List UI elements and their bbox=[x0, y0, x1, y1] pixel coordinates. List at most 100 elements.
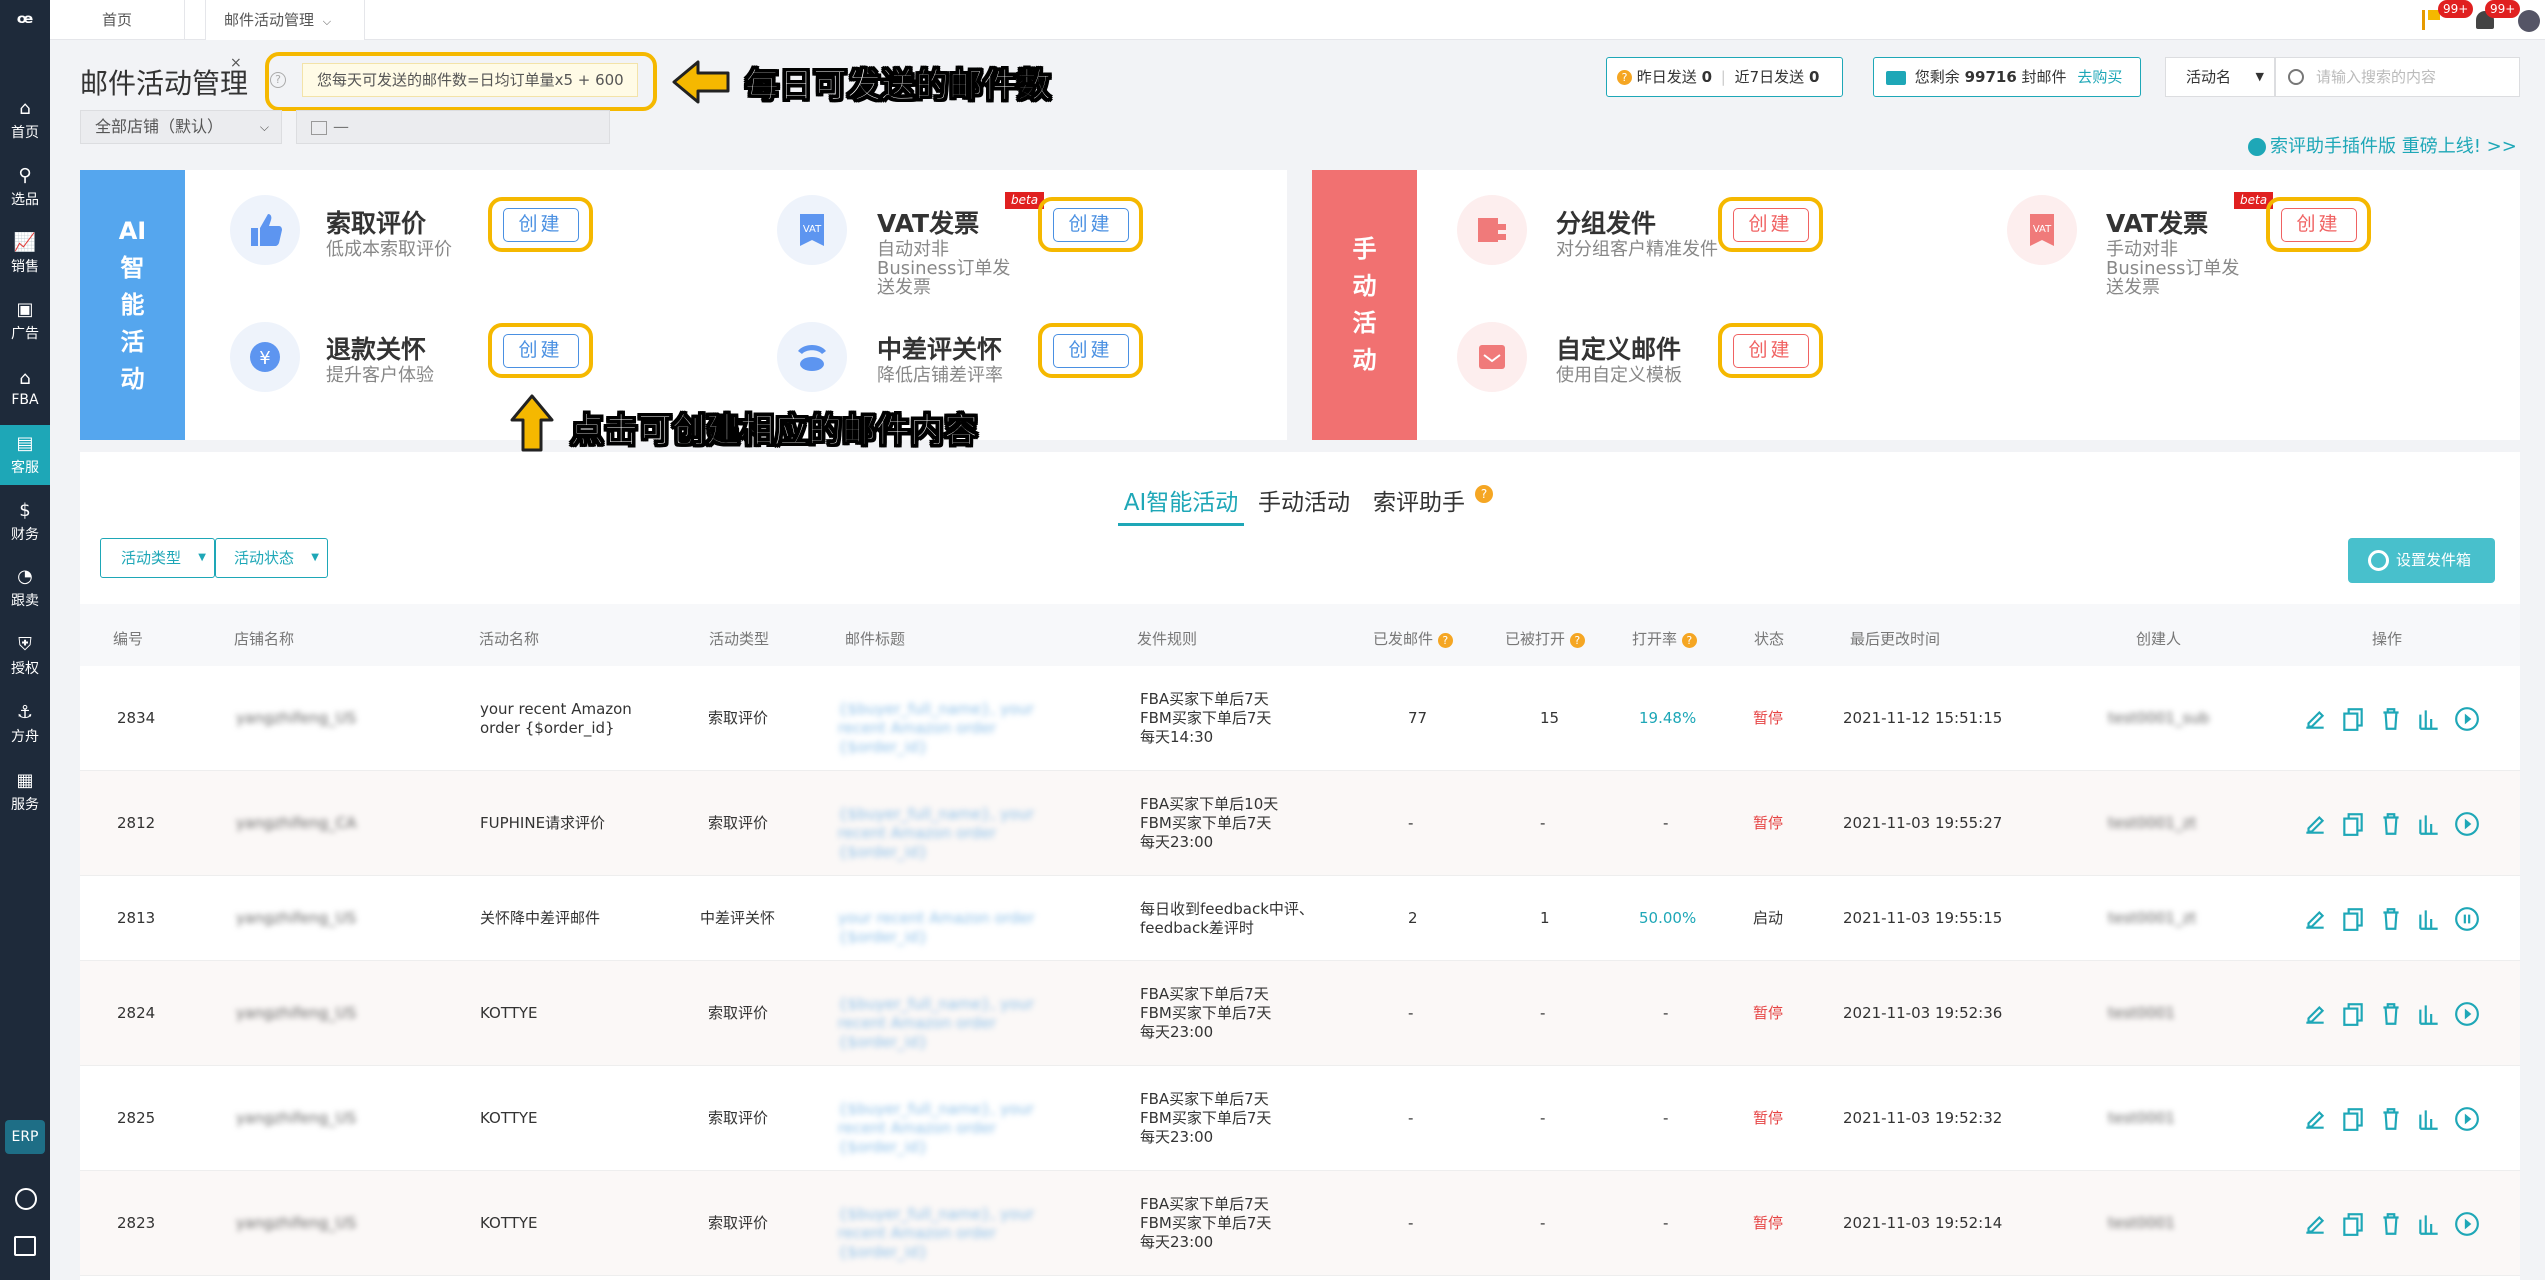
edit-icon[interactable] bbox=[2300, 904, 2330, 934]
logo-icon[interactable]: ꟹ bbox=[10, 8, 40, 38]
group-send-icon bbox=[1457, 195, 1527, 265]
cell-subject[interactable]: {$buyer_full_name}, your recent Amazon o… bbox=[838, 700, 1068, 757]
cell-subject[interactable]: {$buyer_full_name}, your recent Amazon o… bbox=[838, 805, 1068, 862]
filter-activity-status[interactable]: 活动状态 ▼ bbox=[215, 538, 328, 578]
manual-tag-char: 动 bbox=[1352, 346, 1377, 374]
stats-icon[interactable] bbox=[2414, 1209, 2444, 1239]
copy-icon[interactable] bbox=[2338, 999, 2368, 1029]
store-select[interactable]: 全部店铺（默认） ⌵ bbox=[80, 110, 282, 144]
cell-store: yangzhifeng_US bbox=[236, 1108, 357, 1127]
col-type: 活动类型 bbox=[709, 630, 770, 648]
feature-desc: 手动对非Business订单发送发票 bbox=[2106, 239, 2240, 298]
sidebar-item-label: 客服 bbox=[11, 460, 39, 476]
sidebar-item-1[interactable]: ⚲ 选品 bbox=[0, 157, 50, 217]
copy-icon[interactable] bbox=[2338, 904, 2368, 934]
delete-icon[interactable] bbox=[2376, 1104, 2406, 1134]
erp-button[interactable]: ERP bbox=[5, 1120, 45, 1154]
copy-icon[interactable] bbox=[2338, 1104, 2368, 1134]
sidebar-item-0[interactable]: ⌂ 首页 bbox=[0, 90, 50, 150]
help-icon[interactable]: ? bbox=[1681, 633, 1697, 648]
delete-icon[interactable] bbox=[2376, 1209, 2406, 1239]
delete-icon[interactable] bbox=[2376, 704, 2406, 734]
play-icon[interactable] bbox=[2452, 809, 2482, 839]
tab-manual-activity[interactable]: 手动活动 bbox=[1258, 483, 1350, 517]
cell-rate: 19.48% bbox=[1639, 708, 1697, 727]
cell-sent: 2 bbox=[1408, 908, 1418, 927]
gift-icon[interactable] bbox=[14, 1236, 36, 1256]
create-review-request-button[interactable]: 创建 bbox=[488, 197, 593, 252]
sidebar-item-7[interactable]: ◔ 跟卖 bbox=[0, 558, 50, 618]
help-icon[interactable]: ? bbox=[1475, 485, 1493, 503]
edit-icon[interactable] bbox=[2300, 704, 2330, 734]
support-icon[interactable] bbox=[15, 1188, 37, 1210]
play-icon[interactable] bbox=[2452, 1104, 2482, 1134]
button-label: 设置发件箱 bbox=[2396, 551, 2472, 569]
store-select-value: 全部店铺（默认） bbox=[95, 117, 224, 136]
help-icon[interactable]: ? bbox=[1569, 633, 1585, 648]
delete-icon[interactable] bbox=[2376, 809, 2406, 839]
plugin-link[interactable]: 索评助手插件版 重磅上线! >> bbox=[2248, 132, 2517, 158]
cell-subject[interactable]: {$buyer_full_name}, your recent Amazon o… bbox=[838, 995, 1068, 1052]
settings-mailbox-button[interactable]: 设置发件箱 bbox=[2348, 538, 2495, 583]
cell-status: 暂停 bbox=[1753, 1108, 1784, 1127]
stats-icon[interactable] bbox=[2414, 1104, 2444, 1134]
delete-icon[interactable] bbox=[2376, 904, 2406, 934]
stats-icon[interactable] bbox=[2414, 904, 2444, 934]
filter-activity-type[interactable]: 活动类型 ▼ bbox=[100, 538, 215, 578]
remaining-suffix: 封邮件 bbox=[2021, 68, 2067, 86]
date-range-picker[interactable]: — bbox=[296, 110, 610, 144]
sidebar-item-2[interactable]: 📈 销售 bbox=[0, 224, 50, 284]
edit-icon[interactable] bbox=[2300, 999, 2330, 1029]
sidebar-item-6[interactable]: $ 财务 bbox=[0, 492, 50, 552]
cell-type: 索取评价 bbox=[708, 708, 769, 727]
delete-icon[interactable] bbox=[2376, 999, 2406, 1029]
col-actions: 操作 bbox=[2372, 630, 2403, 648]
sidebar-item-8[interactable]: ⛨ 授权 bbox=[0, 626, 50, 686]
sidebar-item-9[interactable]: ⚓ 方舟 bbox=[0, 694, 50, 754]
play-icon[interactable] bbox=[2452, 999, 2482, 1029]
sidebar-item-10[interactable]: ▦ 服务 bbox=[0, 762, 50, 822]
search-type-select[interactable]: 活动名 ▼ bbox=[2165, 57, 2275, 97]
copy-icon[interactable] bbox=[2338, 1209, 2368, 1239]
stats-icon[interactable] bbox=[2414, 809, 2444, 839]
play-icon[interactable] bbox=[2452, 1209, 2482, 1239]
caret-down-icon: ▼ bbox=[198, 552, 206, 563]
rule-line: FBA买家下单后7天 bbox=[1140, 1090, 1269, 1108]
sidebar-item-5[interactable]: ▤ 客服 bbox=[0, 425, 50, 485]
create-vat-button[interactable]: 创建 bbox=[1038, 197, 1143, 252]
cell-subject[interactable]: {$buyer_full_name}, your recent Amazon o… bbox=[838, 1205, 1068, 1262]
create-custom-mail-button[interactable]: 创建 bbox=[1718, 323, 1823, 378]
help-icon[interactable]: ? bbox=[1437, 633, 1453, 648]
avatar[interactable] bbox=[2518, 10, 2540, 32]
tab-home[interactable]: 首页 bbox=[50, 0, 185, 40]
create-manual-vat-button[interactable]: 创建 bbox=[2266, 197, 2371, 252]
copy-icon[interactable] bbox=[2338, 809, 2368, 839]
create-refund-care-button[interactable]: 创建 bbox=[488, 323, 593, 378]
pause-icon[interactable] bbox=[2452, 904, 2482, 934]
cell-subject[interactable]: your recent Amazon order {$order_id} bbox=[838, 909, 1068, 947]
play-icon[interactable] bbox=[2452, 704, 2482, 734]
edit-icon[interactable] bbox=[2300, 1209, 2330, 1239]
search-input[interactable]: 请输入搜索的内容 bbox=[2275, 57, 2520, 97]
create-group-send-button[interactable]: 创建 bbox=[1718, 197, 1823, 252]
sidebar-item-3[interactable]: ▣ 广告 bbox=[0, 291, 50, 351]
cell-status: 暂停 bbox=[1753, 1213, 1784, 1232]
buy-link[interactable]: 去购买 bbox=[2077, 68, 2122, 86]
cell-creator: test0001 bbox=[2108, 1213, 2175, 1232]
sidebar-item-4[interactable]: ⌂ FBA bbox=[0, 358, 50, 418]
stats-icon[interactable] bbox=[2414, 704, 2444, 734]
stats-icon[interactable] bbox=[2414, 999, 2444, 1029]
sidebar-item-label: 财务 bbox=[11, 527, 39, 543]
flag-icon[interactable] bbox=[2422, 10, 2440, 30]
cell-subject[interactable]: {$buyer_full_name}, your recent Amazon o… bbox=[838, 1100, 1068, 1157]
tab-ai-activity[interactable]: AI智能活动 bbox=[1118, 483, 1244, 526]
copy-icon[interactable] bbox=[2338, 704, 2368, 734]
create-negative-care-button[interactable]: 创建 bbox=[1038, 323, 1143, 378]
chevron-down-icon: ⌵ bbox=[259, 120, 269, 134]
tab-review-assistant[interactable]: 索评助手 bbox=[1373, 483, 1465, 517]
manual-tag: 手 动 活 动 bbox=[1312, 170, 1417, 440]
tab-mail-campaign[interactable]: 邮件活动管理 ⌵ × bbox=[205, 0, 365, 71]
button-label: 创建 bbox=[502, 333, 579, 368]
edit-icon[interactable] bbox=[2300, 809, 2330, 839]
edit-icon[interactable] bbox=[2300, 1104, 2330, 1134]
